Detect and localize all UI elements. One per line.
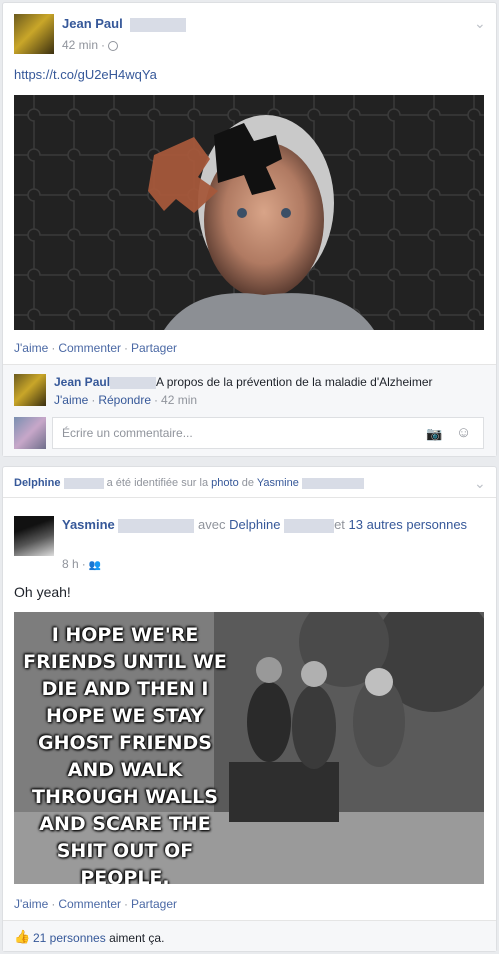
like-button[interactable]: J'aime — [14, 341, 48, 355]
comment-text: A propos de la prévention de la maladie … — [156, 375, 433, 389]
post-link[interactable]: https://t.co/gU2eH4wqYa — [14, 67, 157, 82]
camera-icon[interactable]: 📷 — [426, 426, 442, 442]
chevron-down-icon[interactable]: ⌄ — [474, 475, 486, 492]
divider — [3, 497, 496, 498]
photo-link[interactable]: photo — [211, 477, 239, 489]
post-text: Oh yeah! — [14, 584, 71, 600]
chevron-down-icon[interactable]: ⌄ — [474, 15, 486, 32]
post-card: Jean Paul 42 min · ⌄ https://t.co/gU2eH4w… — [2, 2, 497, 457]
post-image[interactable] — [14, 95, 484, 330]
current-user-avatar — [14, 417, 46, 449]
comments-section: Jean Paul A propos de la prévention de la… — [3, 364, 496, 456]
author-avatar[interactable] — [14, 516, 54, 556]
like-button[interactable]: J'aime — [14, 897, 48, 911]
likes-bar: 👍 21 personnes aiment ça. — [3, 920, 496, 951]
with-user-link[interactable]: Delphine — [229, 517, 280, 532]
post-time[interactable]: 8 h — [62, 557, 79, 571]
likers-link[interactable]: 21 personnes — [33, 931, 106, 945]
commenter-avatar[interactable] — [14, 374, 46, 406]
comment-time[interactable]: 42 min — [161, 393, 197, 407]
redacted-surname — [63, 477, 104, 489]
comment-button[interactable]: Commenter — [58, 897, 121, 911]
tagged-user-link[interactable]: Delphine — [14, 477, 60, 489]
comment-author[interactable]: Jean Paul — [54, 375, 110, 389]
redacted-surname — [118, 518, 195, 533]
globe-icon — [108, 40, 119, 51]
author-avatar[interactable] — [14, 14, 54, 54]
author-name[interactable]: Yasmine — [62, 517, 115, 532]
friends-icon: 👥 — [88, 560, 102, 571]
meme-caption: I HOPE WE'RE FRIENDS UNTIL WE DIE AND TH… — [23, 624, 227, 884]
comment-reply-button[interactable]: Répondre — [98, 393, 151, 407]
redacted-surname — [110, 376, 157, 389]
redacted-surname — [301, 477, 364, 489]
author-name[interactable]: Jean Paul — [62, 16, 123, 31]
post-image[interactable]: I HOPE WE'RE FRIENDS UNTIL WE DIE AND TH… — [14, 612, 484, 884]
redacted-surname — [284, 518, 335, 533]
comment-like-button[interactable]: J'aime — [54, 393, 88, 407]
tag-story-header: Delphine a été identifiée sur la photo d… — [14, 477, 364, 489]
photo-owner-link[interactable]: Yasmine — [257, 477, 299, 489]
redacted-surname — [130, 17, 187, 32]
share-button[interactable]: Partager — [131, 897, 177, 911]
post-card: Delphine a été identifiée sur la photo d… — [2, 466, 497, 952]
alzheimer-puzzle-image — [14, 95, 484, 330]
emoji-icon[interactable]: ☺ — [456, 424, 471, 441]
thumbs-up-icon: 👍 — [14, 929, 31, 944]
post-time[interactable]: 42 min — [62, 38, 98, 52]
comment-button[interactable]: Commenter — [58, 341, 121, 355]
share-button[interactable]: Partager — [131, 341, 177, 355]
comment-placeholder: Écrire un commentaire... — [62, 426, 193, 440]
others-link[interactable]: 13 autres personnes — [349, 517, 468, 532]
comment-input[interactable]: Écrire un commentaire... 📷 ☺ — [52, 417, 484, 449]
